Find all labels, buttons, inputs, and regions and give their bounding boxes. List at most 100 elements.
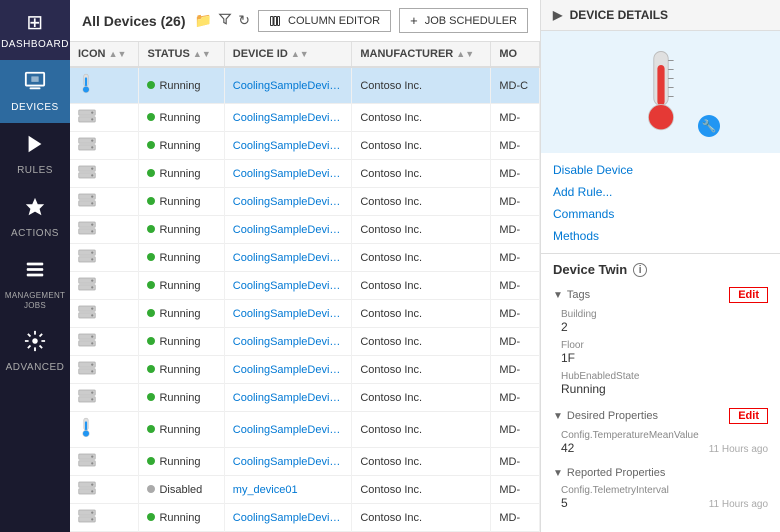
sidebar-item-label: Advanced	[6, 362, 65, 373]
device-icon-cell	[70, 448, 139, 476]
server-small-icon	[78, 481, 96, 495]
main-content: All Devices (26) 📁 ↻ COLUMN EDITOR + JOB…	[70, 0, 540, 532]
sidebar-item-rules[interactable]: Rules	[0, 123, 70, 186]
desired-edit-button[interactable]: Edit	[729, 408, 768, 424]
model-cell: MD-	[491, 412, 540, 448]
device-id-cell[interactable]: CoolingSampleDevice010_979	[224, 300, 352, 328]
model-cell: MD-	[491, 132, 540, 160]
table-row[interactable]: RunningCoolingSampleDevice015_979Contoso…	[70, 356, 540, 384]
device-id-cell[interactable]: CoolingSampleDevice022_979	[224, 244, 352, 272]
commands-link[interactable]: Commands	[553, 205, 768, 223]
device-id-cell[interactable]: CoolingSampleDevice007_979	[224, 504, 352, 532]
sidebar-item-actions[interactable]: Actions	[0, 186, 70, 249]
device-icon-cell	[70, 272, 139, 300]
device-status-cell: Running	[139, 132, 224, 160]
tags-chevron-icon[interactable]: ▼	[553, 290, 563, 301]
manufacturer-cell: Contoso Inc.	[352, 384, 491, 412]
device-status-cell: Running	[139, 448, 224, 476]
device-id-cell[interactable]: CoolingSampleDevice015_979	[224, 356, 352, 384]
management-jobs-icon	[24, 259, 46, 287]
col-device-id[interactable]: DEVICE ID ▲▼	[224, 42, 352, 67]
refresh-icon[interactable]: ↻	[238, 12, 250, 29]
col-manufacturer[interactable]: MANUFACTURER ▲▼	[352, 42, 491, 67]
job-scheduler-button[interactable]: + JOB SCHEDULER	[399, 8, 528, 33]
desired-properties-title: ▼ Desired Properties	[553, 410, 658, 422]
col-model[interactable]: MO	[491, 42, 540, 67]
methods-link[interactable]: Methods	[553, 227, 768, 245]
status-dot	[147, 337, 155, 345]
wrench-badge: 🔧	[698, 115, 720, 137]
sidebar-item-devices[interactable]: Devices	[0, 60, 70, 123]
manufacturer-cell: Contoso Inc.	[352, 104, 491, 132]
col-icon[interactable]: ICON ▲▼	[70, 42, 139, 67]
col-status[interactable]: STATUS ▲▼	[139, 42, 224, 67]
column-editor-button[interactable]: COLUMN EDITOR	[258, 10, 391, 32]
panel-header: ▶ DEVICE DETAILS	[541, 0, 780, 31]
model-cell: MD-	[491, 216, 540, 244]
tags-edit-button[interactable]: Edit	[729, 287, 768, 303]
sidebar-item-label: Dashboard	[1, 39, 69, 50]
table-row[interactable]: RunningCoolingSampleDevice002_979Contoso…	[70, 412, 540, 448]
building-field: Building 2	[553, 309, 768, 334]
device-id-cell[interactable]: CoolingSampleDevice006_979	[224, 216, 352, 244]
device-id-cell[interactable]: my_device01	[224, 476, 352, 504]
table-row[interactable]: RunningCoolingSampleDevice005_979Contoso…	[70, 132, 540, 160]
model-cell: MD-	[491, 328, 540, 356]
device-id-cell[interactable]: CoolingSampleDevice013_979	[224, 160, 352, 188]
table-row[interactable]: RunningCoolingSampleDevice018_979Contoso…	[70, 384, 540, 412]
status-dot	[147, 393, 155, 401]
device-id-cell[interactable]: CoolingSampleDevice018_979	[224, 384, 352, 412]
table-row[interactable]: RunningCoolingSampleDevice025_979Contoso…	[70, 272, 540, 300]
manufacturer-cell: Contoso Inc.	[352, 300, 491, 328]
device-icon-cell	[70, 188, 139, 216]
devices-table-container[interactable]: ICON ▲▼ STATUS ▲▼ DEVICE ID ▲▼ MANUFACTU…	[70, 42, 540, 532]
table-row[interactable]: RunningCoolingSampleDevice010_979Contoso…	[70, 300, 540, 328]
devices-table: ICON ▲▼ STATUS ▲▼ DEVICE ID ▲▼ MANUFACTU…	[70, 42, 540, 532]
table-row[interactable]: RunningCoolingSampleDevice007_979Contoso…	[70, 504, 540, 532]
add-rule-link[interactable]: Add Rule...	[553, 183, 768, 201]
table-row[interactable]: RunningCoolingSampleDevice013_979Contoso…	[70, 160, 540, 188]
filter-icon[interactable]	[218, 12, 232, 29]
device-id-cell[interactable]: CoolingSampleDevice020_979	[224, 188, 352, 216]
status-dot	[147, 169, 155, 177]
table-row[interactable]: Disabledmy_device01Contoso Inc.MD-	[70, 476, 540, 504]
status-dot	[147, 81, 155, 89]
server-small-icon	[78, 361, 96, 375]
panel-actions: Disable Device Add Rule... Commands Meth…	[541, 153, 780, 254]
disable-device-link[interactable]: Disable Device	[553, 161, 768, 179]
table-row[interactable]: RunningCoolingSampleDevice023_979Contoso…	[70, 104, 540, 132]
device-id-cell[interactable]: CoolingSampleDevice025_979	[224, 272, 352, 300]
tags-section-header: ▼ Tags Edit	[553, 287, 768, 303]
server-small-icon	[78, 109, 96, 123]
model-cell: MD-	[491, 104, 540, 132]
model-cell: MD-	[491, 300, 540, 328]
sidebar-item-advanced[interactable]: Advanced	[0, 320, 70, 383]
device-icon-cell	[70, 476, 139, 504]
reported-chevron-icon[interactable]: ▼	[553, 468, 563, 479]
table-row[interactable]: RunningCoolingSampleDevice012_979Contoso…	[70, 328, 540, 356]
desired-chevron-icon[interactable]: ▼	[553, 411, 563, 422]
device-id-cell[interactable]: CoolingSampleDevice002_979	[224, 412, 352, 448]
sidebar-item-dashboard[interactable]: ⊞ Dashboard	[0, 0, 70, 60]
table-row[interactable]: RunningCoolingSampleDevice004_979Contoso…	[70, 448, 540, 476]
sidebar-item-label: Actions	[11, 228, 59, 239]
page-title: All Devices (26)	[82, 13, 187, 29]
status-dot	[147, 425, 155, 433]
folder-icon[interactable]: 📁	[195, 12, 212, 29]
table-row[interactable]: RunningCoolingSampleDevice020_979Contoso…	[70, 188, 540, 216]
info-icon[interactable]: i	[633, 263, 647, 277]
model-cell: MD-	[491, 504, 540, 532]
device-id-cell[interactable]: CoolingSampleDevice012_979	[224, 328, 352, 356]
table-row[interactable]: RunningCoolingSampleDevice022_979Contoso…	[70, 244, 540, 272]
device-id-cell[interactable]: CoolingSampleDevice023_979	[224, 104, 352, 132]
status-dot	[147, 197, 155, 205]
device-id-cell[interactable]: CoolingSampleDevice004_979	[224, 448, 352, 476]
sidebar-item-management-jobs[interactable]: Management Jobs	[0, 249, 70, 320]
table-row[interactable]: RunningCoolingSampleDevice006_979Contoso…	[70, 216, 540, 244]
device-id-cell[interactable]: CoolingSampleDevice001_979	[224, 67, 352, 104]
tags-section: ▼ Tags Edit Building 2 Floor 1F HubEnabl…	[553, 287, 768, 396]
device-status-cell: Disabled	[139, 476, 224, 504]
model-cell: MD-	[491, 188, 540, 216]
device-id-cell[interactable]: CoolingSampleDevice005_979	[224, 132, 352, 160]
table-row[interactable]: RunningCoolingSampleDevice001_979Contoso…	[70, 67, 540, 104]
